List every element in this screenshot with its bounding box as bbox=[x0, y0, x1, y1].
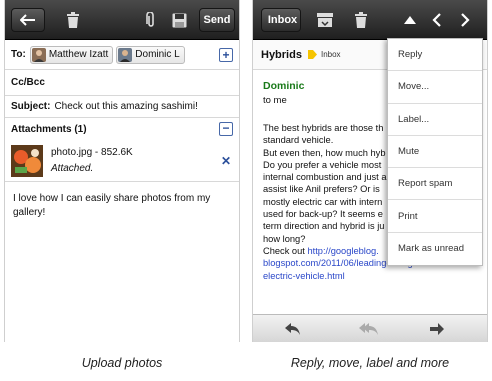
message-screen: Inbox Hybrids Inbox Dominic to me The be… bbox=[252, 0, 488, 342]
reply-icon[interactable] bbox=[283, 321, 303, 337]
save-draft-icon[interactable] bbox=[167, 8, 191, 32]
avatar bbox=[31, 47, 46, 62]
recipient-line: to me bbox=[263, 95, 287, 106]
to-row[interactable]: To: Matthew Izatt Dominic L + bbox=[5, 40, 239, 70]
recipient-chip[interactable]: Dominic L bbox=[116, 45, 185, 64]
trash-icon[interactable] bbox=[61, 8, 85, 32]
message-body-field[interactable]: I love how I can easily share photos fro… bbox=[13, 192, 229, 220]
send-button[interactable]: Send bbox=[199, 8, 235, 32]
message-subject: Hybrids bbox=[261, 48, 302, 61]
to-label: To: bbox=[11, 49, 26, 60]
label-tag-icon bbox=[307, 50, 317, 59]
attachment-filename: photo.jpg - 852.6K bbox=[51, 147, 133, 158]
remove-attachment-icon[interactable]: ✕ bbox=[221, 154, 231, 168]
previous-message-icon[interactable] bbox=[425, 8, 449, 32]
menu-item-report-spam[interactable]: Report spam bbox=[388, 168, 482, 201]
add-recipient-button[interactable]: + bbox=[219, 47, 233, 62]
attachment-item: photo.jpg - 852.6K Attached. ✕ bbox=[5, 140, 239, 182]
avatar bbox=[118, 47, 133, 62]
link-line[interactable]: electric-vehicle.html bbox=[263, 270, 487, 282]
recipient-chip[interactable]: Matthew Izatt bbox=[29, 45, 114, 64]
subject-field[interactable]: Check out this amazing sashimi! bbox=[54, 101, 197, 112]
recipient-name: Matthew Izatt bbox=[48, 49, 109, 60]
menu-item-reply[interactable]: Reply bbox=[388, 39, 482, 72]
inbox-label-chip: Inbox bbox=[320, 50, 341, 59]
paperclip-icon[interactable] bbox=[139, 8, 163, 32]
menu-item-mark-unread[interactable]: Mark as unread bbox=[388, 233, 482, 265]
collapse-attachments-button[interactable]: − bbox=[219, 122, 233, 136]
message-toolbar: Inbox bbox=[253, 0, 487, 40]
back-button[interactable] bbox=[11, 8, 45, 32]
subject-row[interactable]: Subject: Check out this amazing sashimi! bbox=[5, 96, 239, 118]
compose-toolbar: Send bbox=[5, 0, 239, 40]
menu-up-icon[interactable] bbox=[398, 8, 422, 32]
body-line: Check out bbox=[263, 245, 305, 256]
caption-upload-photos: Upload photos bbox=[81, 356, 163, 370]
link-line[interactable]: http://googleblog. bbox=[307, 246, 378, 256]
cc-bcc-label: Cc/Bcc bbox=[11, 77, 45, 88]
back-arrow-icon bbox=[20, 14, 35, 26]
next-message-icon[interactable] bbox=[453, 8, 477, 32]
menu-item-move[interactable]: Move... bbox=[388, 71, 482, 104]
reply-all-icon[interactable] bbox=[359, 321, 379, 337]
menu-item-mute[interactable]: Mute bbox=[388, 136, 482, 169]
photo-thumbnail bbox=[11, 144, 43, 177]
message-action-bar bbox=[253, 314, 487, 342]
recipient-name: Dominic L bbox=[135, 49, 180, 60]
subject-label: Subject: bbox=[11, 101, 51, 112]
trash-icon[interactable] bbox=[349, 8, 373, 32]
attachments-header: Attachments (1) − bbox=[5, 118, 239, 140]
sender-name[interactable]: Dominic bbox=[263, 80, 304, 92]
attachments-label: Attachments (1) bbox=[11, 123, 87, 135]
caption-reply-move-label: Reply, move, label and more bbox=[290, 356, 450, 370]
forward-icon[interactable] bbox=[427, 321, 447, 337]
menu-item-label[interactable]: Label... bbox=[388, 104, 482, 136]
cc-bcc-row[interactable]: Cc/Bcc bbox=[5, 70, 239, 96]
attachment-status: Attached. bbox=[51, 163, 94, 174]
overflow-menu: Reply Move... Label... Mute Report spam … bbox=[387, 38, 483, 267]
inbox-button[interactable]: Inbox bbox=[261, 8, 301, 32]
archive-icon[interactable] bbox=[313, 8, 337, 32]
compose-screen: Send To: Matthew Izatt Dominic L + Cc/Bc… bbox=[4, 0, 240, 342]
menu-item-print[interactable]: Print bbox=[388, 200, 482, 233]
